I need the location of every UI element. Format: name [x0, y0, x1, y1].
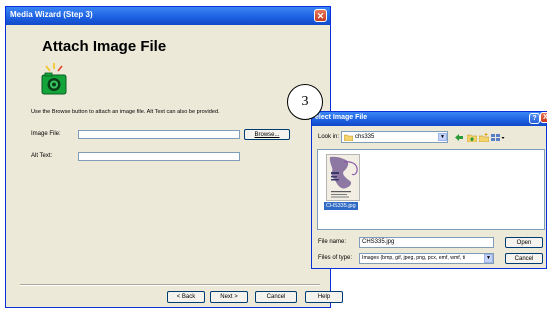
- up-folder-icon[interactable]: [467, 133, 477, 142]
- file-list[interactable]: CHS335.jpg: [317, 149, 545, 230]
- file-thumbnail[interactable]: [326, 154, 360, 201]
- alt-text-label: Alt Text:: [31, 153, 53, 159]
- close-icon[interactable]: ✕: [314, 9, 327, 22]
- help-icon[interactable]: ?: [529, 113, 540, 124]
- page-title: Attach Image File: [42, 38, 167, 55]
- files-of-type-value: Images (bmp, gif, jpeg, png, pcx, emf, w…: [362, 255, 466, 261]
- chevron-down-icon[interactable]: ▼: [438, 133, 447, 141]
- browse-label: Browse...: [254, 132, 280, 138]
- next-button[interactable]: Next >: [210, 291, 248, 303]
- dialog-title: elect Image File: [315, 114, 368, 121]
- image-file-input[interactable]: [78, 130, 240, 139]
- new-folder-icon[interactable]: [479, 133, 489, 142]
- footer-divider: [20, 284, 320, 286]
- file-name-input[interactable]: CHS335.jpg: [359, 237, 494, 248]
- file-caption[interactable]: CHS335.jpg: [324, 202, 358, 210]
- cancel-button[interactable]: Cancel: [255, 291, 297, 303]
- folder-icon: [344, 134, 353, 141]
- look-in-select[interactable]: chs335 ▼: [341, 131, 448, 143]
- files-of-type-select[interactable]: Images (bmp, gif, jpeg, png, pcx, emf, w…: [359, 253, 494, 264]
- wizard-title-bar[interactable]: Media Wizard (Step 3) ✕: [6, 7, 330, 25]
- browse-button[interactable]: Browse...: [244, 129, 290, 140]
- select-image-file-dialog: elect Image File ? Look in: chs335 ▼ CHS…: [311, 111, 547, 269]
- step-callout: 3: [287, 84, 323, 120]
- file-name-label-text: File name:: [318, 239, 347, 245]
- look-in-label: Look in:: [318, 134, 340, 140]
- instructions-text: Use the Browse button to attach an image…: [31, 109, 220, 115]
- chevron-down-icon[interactable]: ▼: [484, 254, 493, 263]
- wizard-title: Media Wizard (Step 3): [10, 10, 93, 19]
- views-menu-icon[interactable]: [491, 133, 505, 142]
- back-button[interactable]: < Back: [167, 291, 205, 303]
- files-of-type-label: Files of type:: [318, 255, 353, 261]
- dialog-title-bar[interactable]: elect Image File ?: [312, 112, 546, 126]
- file-name-label: File name:: [318, 239, 346, 245]
- dialog-cancel-button[interactable]: Cancel: [505, 253, 543, 264]
- camera-icon: [41, 63, 67, 95]
- open-button[interactable]: Open: [505, 237, 543, 248]
- help-button[interactable]: Help: [305, 291, 343, 303]
- back-arrow-icon[interactable]: [454, 133, 464, 142]
- dialog-close-icon[interactable]: X: [540, 112, 547, 123]
- look-in-value: chs335: [355, 134, 375, 140]
- alt-text-input[interactable]: [78, 152, 240, 161]
- image-file-label: Image File:: [31, 131, 61, 137]
